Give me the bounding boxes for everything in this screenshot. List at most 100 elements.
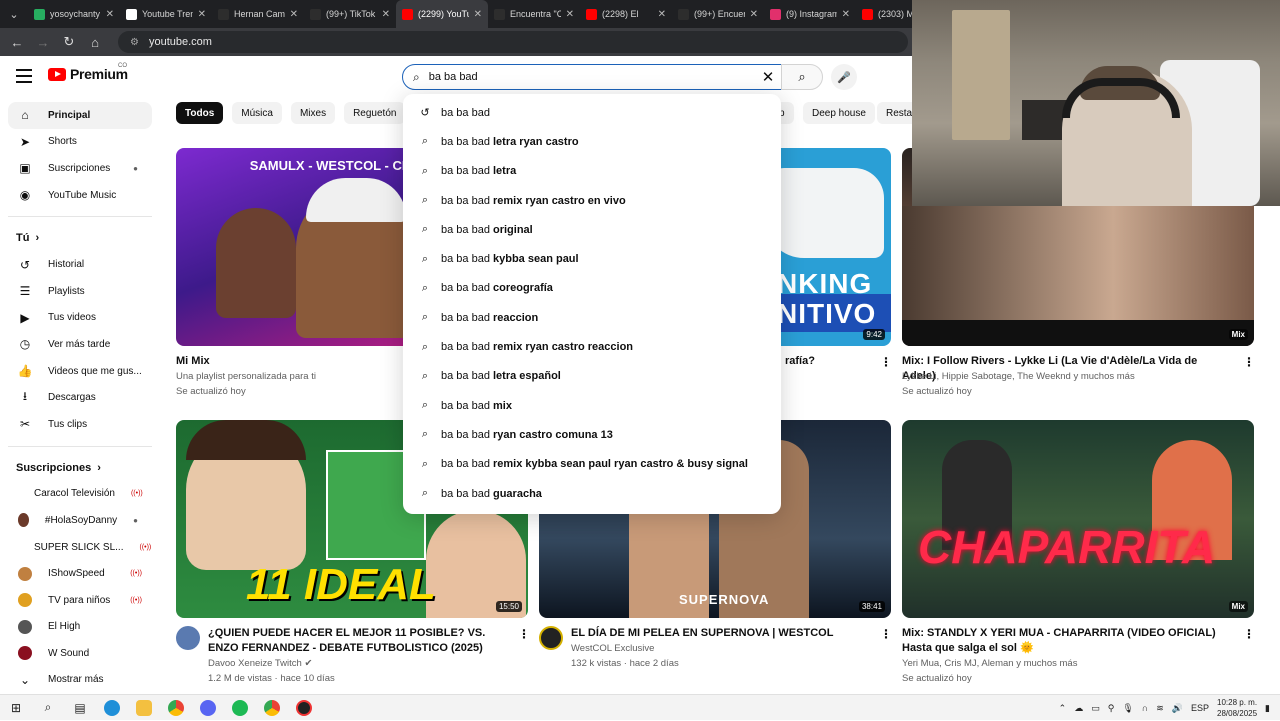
channel-name[interactable]: Davoo Xeneize Twitch ✔ bbox=[208, 656, 312, 671]
tab-close-icon[interactable]: ✕ bbox=[566, 9, 574, 20]
sidebar-item[interactable]: ◉ YouTube Music bbox=[8, 182, 152, 209]
search-button[interactable]: ⌕ bbox=[781, 64, 823, 90]
show-more-button[interactable]: ⌄ Mostrar más bbox=[8, 667, 152, 694]
discord-icon[interactable] bbox=[192, 695, 224, 721]
video-title[interactable]: ¿QUIEN PUEDE HACER EL MEJOR 11 POSIBLE? … bbox=[208, 626, 508, 656]
tab-close-icon[interactable]: ✕ bbox=[106, 9, 114, 20]
edge-icon[interactable] bbox=[96, 695, 128, 721]
tab-close-icon[interactable]: ✕ bbox=[474, 9, 482, 20]
video-title[interactable]: EL DÍA DE MI PELEA EN SUPERNOVA | WESTCO… bbox=[571, 626, 871, 641]
close-icon[interactable]: ✕ bbox=[755, 68, 781, 86]
chip-deep-house[interactable]: Deep house bbox=[803, 102, 875, 124]
browser-tab[interactable]: (99+) Encuen ✕ bbox=[672, 0, 764, 28]
sidebar-item[interactable]: ➤ Shorts bbox=[8, 129, 152, 156]
reload-icon[interactable]: ↻ bbox=[58, 31, 80, 53]
sidebar-item[interactable]: ✂ Tus clips bbox=[8, 411, 152, 438]
sidebar-item[interactable]: #HolaSoyDanny ● bbox=[8, 507, 152, 534]
tab-close-icon[interactable]: ✕ bbox=[382, 9, 390, 20]
browser-tab[interactable]: (99+) TikTok ✕ bbox=[304, 0, 396, 28]
tab-close-icon[interactable]: ✕ bbox=[658, 9, 666, 20]
search-suggestion[interactable]: ⌕ ba ba bad reaccion bbox=[403, 303, 781, 332]
browser-tab[interactable]: (2299) YouTube ✕ bbox=[396, 0, 488, 28]
file-explorer-icon[interactable] bbox=[128, 695, 160, 721]
search-suggestion[interactable]: ⌕ ba ba bad remix ryan castro en vivo bbox=[403, 186, 781, 215]
search-suggestion[interactable]: ⌕ ba ba bad remix ryan castro reaccion bbox=[403, 332, 781, 361]
task-view-icon[interactable]: ▤ bbox=[64, 695, 96, 721]
sidebar-item[interactable]: ☰ Playlists bbox=[8, 278, 152, 305]
browser-tab[interactable]: (2298) El ✕ bbox=[580, 0, 672, 28]
sidebar-item[interactable]: ⌂ Principal bbox=[8, 102, 152, 129]
home-button-icon[interactable]: ⌂ bbox=[84, 31, 106, 53]
browser-tab[interactable]: (9) Instagram ✕ bbox=[764, 0, 856, 28]
volume-icon[interactable]: 🔊 bbox=[1172, 703, 1183, 714]
search-suggestion[interactable]: ⌕ ba ba bad mix bbox=[403, 391, 781, 420]
tab-close-icon[interactable]: ✕ bbox=[750, 9, 758, 20]
filter-chip[interactable]: Todos bbox=[176, 102, 224, 124]
search-suggestion[interactable]: ⌕ ba ba bad letra ryan castro bbox=[403, 127, 781, 156]
filter-chip[interactable]: Música bbox=[232, 102, 282, 124]
search-suggestion[interactable]: ⌕ ba ba bad remix kybba sean paul ryan ca… bbox=[403, 450, 781, 479]
clock[interactable]: 10:28 p. m. 28/08/2025 bbox=[1217, 697, 1257, 719]
wifi-icon[interactable]: ≋ bbox=[1156, 703, 1164, 714]
subscriptions-section-header[interactable]: Suscripciones › bbox=[8, 455, 152, 481]
sidebar-item[interactable]: ↺ Historial bbox=[8, 251, 152, 278]
search-suggestion[interactable]: ⌕ ba ba bad letra bbox=[403, 157, 781, 186]
more-options-icon[interactable]: ⋮ bbox=[1243, 355, 1255, 369]
search-box[interactable]: ⌕ ba ba bad ✕ bbox=[402, 64, 782, 90]
language-indicator[interactable]: ESP bbox=[1191, 703, 1209, 713]
channel-avatar[interactable] bbox=[176, 626, 200, 650]
search-suggestion[interactable]: ⌕ ba ba bad coreografía bbox=[403, 274, 781, 303]
site-info-icon[interactable]: ⚙ bbox=[130, 37, 139, 48]
search-suggestion[interactable]: ⌕ ba ba bad kybba sean paul bbox=[403, 244, 781, 273]
more-options-icon[interactable]: ⋮ bbox=[880, 355, 892, 369]
sidebar-item[interactable]: Caracol Televisión ((•)) bbox=[8, 481, 152, 508]
tab-close-icon[interactable]: ✕ bbox=[290, 9, 298, 20]
search-suggestion[interactable]: ⌕ ba ba bad original bbox=[403, 215, 781, 244]
tab-search-icon[interactable]: ⌄ bbox=[0, 0, 28, 28]
sidebar-item[interactable]: SUPER SLICK SL... ((•)) bbox=[8, 534, 152, 561]
tab-close-icon[interactable]: ✕ bbox=[842, 9, 850, 20]
headset-icon[interactable]: ∩ bbox=[1142, 703, 1148, 713]
filter-chip[interactable]: Reguetón bbox=[344, 102, 406, 124]
browser-tab[interactable]: Encuentra "C ✕ bbox=[488, 0, 580, 28]
channel-name[interactable]: WestCOL Exclusive bbox=[571, 641, 654, 656]
back-icon[interactable]: ← bbox=[6, 31, 28, 53]
search-suggestion[interactable]: ⌕ ba ba bad ryan castro comuna 13 bbox=[403, 420, 781, 449]
browser-tab[interactable]: Hernan Camp ✕ bbox=[212, 0, 304, 28]
sidebar-item[interactable]: ▶ Tus videos bbox=[8, 305, 152, 332]
notification-icon[interactable]: ▮ bbox=[1265, 703, 1270, 714]
url-field[interactable]: ⚙ youtube.com bbox=[118, 31, 908, 53]
search-suggestion[interactable]: ⌕ ba ba bad guaracha bbox=[403, 479, 781, 508]
sidebar-item[interactable]: ◷ Ver más tarde bbox=[8, 331, 152, 358]
windows-start-icon[interactable]: ⊞ bbox=[0, 695, 32, 721]
channel-avatar[interactable] bbox=[539, 626, 563, 650]
you-section-header[interactable]: Tú › bbox=[8, 225, 152, 251]
obs-icon[interactable] bbox=[288, 695, 320, 721]
video-title[interactable]: Mix: STANDLY X YERI MUA - CHAPARRITA (VI… bbox=[902, 626, 1242, 656]
browser-tab[interactable]: yosoychanty ✕ bbox=[28, 0, 120, 28]
tab-close-icon[interactable]: ✕ bbox=[198, 9, 206, 20]
spotify-icon[interactable] bbox=[224, 695, 256, 721]
mic-icon[interactable]: 🎙 bbox=[1122, 703, 1133, 714]
chevron-up-icon[interactable]: ⌃ bbox=[1059, 703, 1067, 714]
device-icon[interactable]: ▭ bbox=[1091, 703, 1100, 714]
chrome-icon[interactable] bbox=[256, 695, 288, 721]
mic-icon[interactable]: 🎤 bbox=[831, 64, 857, 90]
sidebar-item[interactable]: ▣ Suscripciones ● bbox=[8, 155, 152, 182]
filter-chip[interactable]: Mixes bbox=[290, 102, 336, 124]
sidebar-item[interactable]: ⭳ Descargas bbox=[8, 384, 152, 411]
sidebar-item[interactable]: El High bbox=[8, 614, 152, 641]
search-suggestion[interactable]: ↺ ba ba bad bbox=[403, 98, 781, 127]
search-suggestion[interactable]: ⌕ ba ba bad letra español bbox=[403, 362, 781, 391]
sidebar-item[interactable]: TV para niños ((•)) bbox=[8, 587, 152, 614]
search-input[interactable]: ba ba bad bbox=[429, 71, 746, 83]
more-options-icon[interactable]: ⋮ bbox=[1243, 627, 1255, 641]
more-options-icon[interactable]: ⋮ bbox=[518, 627, 530, 641]
sidebar-item[interactable]: 👍 Videos que me gus... bbox=[8, 358, 152, 385]
chrome-icon[interactable] bbox=[160, 695, 192, 721]
cloud-icon[interactable]: ☁ bbox=[1074, 703, 1083, 714]
menu-icon[interactable] bbox=[16, 69, 32, 83]
forward-icon[interactable]: → bbox=[32, 31, 54, 53]
sidebar-item[interactable]: IShowSpeed ((•)) bbox=[8, 560, 152, 587]
youtube-premium-logo[interactable]: Premium CO bbox=[48, 63, 128, 82]
